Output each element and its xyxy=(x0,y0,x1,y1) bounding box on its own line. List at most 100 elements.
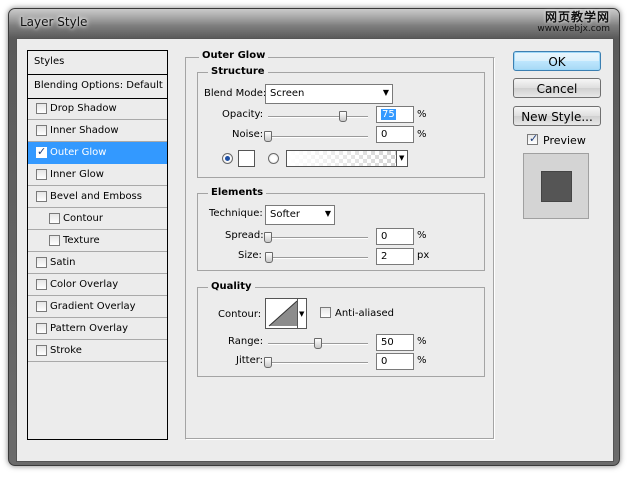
anti-aliased-label: Anti-aliased xyxy=(335,308,395,319)
style-item-texture[interactable]: Texture xyxy=(28,230,167,252)
styles-header-label: Styles xyxy=(34,56,65,67)
range-unit: % xyxy=(417,336,427,347)
style-item-satin[interactable]: Satin xyxy=(28,252,167,274)
style-item-inner-glow[interactable]: Inner Glow xyxy=(28,164,167,186)
glow-color-swatch[interactable] xyxy=(238,150,255,167)
style-item-checkbox[interactable] xyxy=(36,257,47,268)
title-bar[interactable] xyxy=(9,9,619,37)
watermark-text: 网页教学网 xyxy=(544,10,610,24)
opacity-input[interactable]: 75 xyxy=(376,106,414,123)
opacity-slider-track[interactable] xyxy=(268,116,368,118)
structure-title: Structure xyxy=(208,66,268,77)
style-item-bevel-and-emboss[interactable]: Bevel and Emboss xyxy=(28,186,167,208)
chevron-down-icon: ▼ xyxy=(324,209,331,218)
gradient-radio[interactable] xyxy=(268,153,279,164)
opacity-slider-thumb[interactable] xyxy=(339,111,347,122)
style-item-label: Inner Glow xyxy=(50,169,104,180)
style-item-pattern-overlay[interactable]: Pattern Overlay xyxy=(28,318,167,340)
jitter-slider-thumb[interactable] xyxy=(264,357,272,368)
noise-slider-track[interactable] xyxy=(268,136,368,138)
style-item-stroke[interactable]: Stroke xyxy=(28,340,167,362)
size-value: 2 xyxy=(381,251,388,262)
technique-select[interactable]: Softer ▼ xyxy=(265,205,335,225)
style-item-checkbox[interactable] xyxy=(49,235,60,246)
style-item-outer-glow[interactable]: ✓ Outer Glow xyxy=(28,142,167,164)
style-item-checkbox[interactable] xyxy=(36,279,47,290)
technique-value: Softer xyxy=(270,209,300,220)
size-input[interactable]: 2 xyxy=(376,248,414,265)
style-item-checkbox[interactable] xyxy=(36,169,47,180)
style-item-label: Stroke xyxy=(50,345,82,356)
blend-mode-value: Screen xyxy=(270,88,305,99)
gradient-dropdown[interactable]: ▼ xyxy=(396,151,407,166)
style-item-checkbox[interactable] xyxy=(36,345,47,356)
new-style-button-label: New Style... xyxy=(521,110,593,124)
noise-slider-thumb[interactable] xyxy=(264,131,272,142)
size-slider-thumb[interactable] xyxy=(265,252,273,263)
opacity-unit: % xyxy=(417,109,427,120)
cancel-button[interactable]: Cancel xyxy=(513,78,601,98)
style-item-contour[interactable]: Contour xyxy=(28,208,167,230)
preview-label: Preview xyxy=(543,134,586,147)
noise-unit: % xyxy=(417,129,427,140)
contour-picker[interactable]: ▼ xyxy=(265,298,307,329)
size-slider-track[interactable] xyxy=(268,257,368,259)
style-item-checkbox[interactable] xyxy=(36,103,47,114)
style-item-checkbox[interactable] xyxy=(36,301,47,312)
style-item-inner-shadow[interactable]: Inner Shadow xyxy=(28,120,167,142)
spread-slider-track[interactable] xyxy=(268,237,368,239)
watermark: 网页教学网 www.webjx.com xyxy=(537,8,610,34)
blend-mode-label: Blend Mode: xyxy=(204,88,266,99)
spread-label: Spread: xyxy=(225,230,264,241)
style-item-label: Satin xyxy=(50,257,76,268)
style-item-label: Bevel and Emboss xyxy=(50,191,142,202)
style-item-checkbox[interactable] xyxy=(36,125,47,136)
opacity-value: 75 xyxy=(381,109,396,120)
preview-checkbox[interactable]: ✓ xyxy=(527,132,538,145)
style-item-drop-shadow[interactable]: Drop Shadow xyxy=(28,98,167,120)
anti-aliased-checkbox[interactable] xyxy=(320,307,331,318)
styles-list: Styles Blending Options: Default Drop Sh… xyxy=(27,50,168,440)
blend-mode-select[interactable]: Screen ▼ xyxy=(265,84,393,104)
style-item-label: Drop Shadow xyxy=(50,103,117,114)
style-item-label: Pattern Overlay xyxy=(50,323,129,334)
style-item-checkbox[interactable] xyxy=(49,213,60,224)
style-item-gradient-overlay[interactable]: Gradient Overlay xyxy=(28,296,167,318)
styles-header[interactable]: Styles xyxy=(28,51,167,75)
contour-dropdown[interactable]: ▼ xyxy=(297,299,306,328)
jitter-input[interactable]: 0 xyxy=(376,353,414,370)
blend-mode-label-text: Blend Mode: xyxy=(204,88,267,99)
style-item-checkbox[interactable] xyxy=(36,191,47,202)
technique-label: Technique: xyxy=(209,208,263,219)
cancel-button-label: Cancel xyxy=(536,82,578,96)
noise-value: 0 xyxy=(381,129,388,140)
style-item-checkbox[interactable] xyxy=(36,323,47,334)
elements-title: Elements xyxy=(208,187,267,198)
spread-slider-thumb[interactable] xyxy=(264,232,272,243)
jitter-label: Jitter: xyxy=(236,355,264,366)
checkmark-icon: ✓ xyxy=(37,145,47,158)
panel-title: Outer Glow xyxy=(199,50,269,61)
chevron-down-icon: ▼ xyxy=(382,88,389,97)
chevron-down-icon: ▼ xyxy=(299,310,305,318)
preview-swatch xyxy=(541,171,572,202)
style-item-color-overlay[interactable]: Color Overlay xyxy=(28,274,167,296)
style-item-label: Contour xyxy=(63,213,103,224)
gradient-picker[interactable]: ▼ xyxy=(286,150,408,167)
range-label: Range: xyxy=(228,336,264,347)
jitter-slider-track[interactable] xyxy=(268,362,368,364)
size-unit: px xyxy=(417,250,430,261)
color-radio[interactable] xyxy=(222,153,233,164)
jitter-value: 0 xyxy=(381,356,388,367)
spread-unit: % xyxy=(417,230,427,241)
blending-options-item[interactable]: Blending Options: Default xyxy=(28,75,167,99)
window-title: Layer Style xyxy=(20,15,88,29)
new-style-button[interactable]: New Style... xyxy=(513,106,601,126)
range-input[interactable]: 50 xyxy=(376,334,414,351)
style-item-checkbox[interactable]: ✓ xyxy=(36,145,47,158)
range-slider-thumb[interactable] xyxy=(314,338,322,349)
style-item-label: Gradient Overlay xyxy=(50,301,136,312)
ok-button[interactable]: OK xyxy=(513,51,601,71)
spread-input[interactable]: 0 xyxy=(376,228,414,245)
noise-input[interactable]: 0 xyxy=(376,126,414,143)
